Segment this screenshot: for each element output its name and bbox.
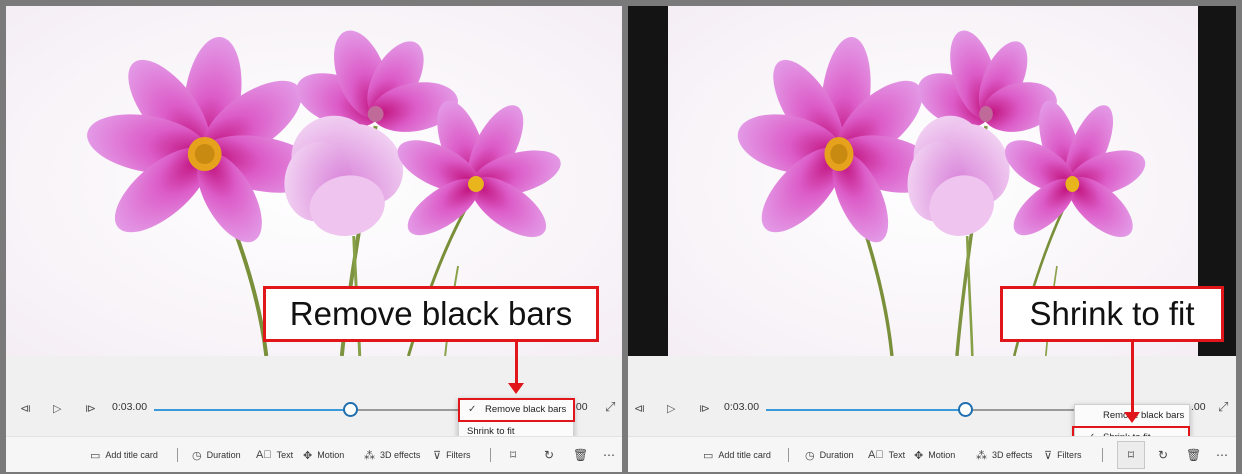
more-icon[interactable]: ⋯ <box>603 437 615 472</box>
3d-effects-button[interactable]: ⁂ 3D effects <box>976 437 1032 472</box>
duration-button[interactable]: ◷ Duration <box>805 437 854 472</box>
add-title-card-button[interactable]: ▭ Add title card <box>703 437 771 472</box>
text-button[interactable]: A⃞ Text <box>868 437 905 472</box>
expand-icon[interactable]: ⤢ <box>1218 399 1228 415</box>
arrow-down-icon <box>1122 342 1142 424</box>
title-card-icon: ▭ <box>90 449 101 462</box>
current-time: 0:03.00 <box>724 401 760 413</box>
edit-toolbar: ▭ Add title card ◷ Duration A⃞ Text ✥ Mo… <box>628 436 1236 472</box>
clock-icon: ◷ <box>192 449 202 462</box>
editor-panel-remove-black-bars: ⧏ ▷ ⧐ 0:03.00 .00 ⤢ ✓ Remove black bars … <box>6 6 622 472</box>
motion-button[interactable]: ✥ Motion <box>914 437 955 472</box>
3d-effects-icon: ⁂ <box>976 449 987 462</box>
text-icon: A⃞ <box>256 449 272 461</box>
3d-effects-label: 3D effects <box>380 450 421 460</box>
filters-button[interactable]: ⊽ Filters <box>1044 437 1082 472</box>
rotate-icon[interactable]: ↻ <box>1158 437 1168 472</box>
trash-icon[interactable]: 🗑 <box>573 437 588 472</box>
text-button[interactable]: A⃞ Text <box>256 437 293 472</box>
filters-icon: ⊽ <box>1044 449 1053 462</box>
callout-label: Shrink to fit <box>1000 286 1224 342</box>
menu-item-label: Remove black bars <box>1103 410 1185 421</box>
divider <box>490 448 491 462</box>
text-label: Text <box>888 450 906 460</box>
next-frame-icon[interactable]: ⧐ <box>85 402 96 415</box>
edit-toolbar: ▭ Add title card ◷ Duration A⃞ Text ✥ Mo… <box>6 436 622 472</box>
trash-icon[interactable]: 🗑 <box>1186 437 1201 472</box>
end-time: .00 <box>573 401 588 413</box>
divider <box>788 448 789 462</box>
crop-icon[interactable]: ⌑ <box>510 437 516 472</box>
arrow-down-icon <box>506 342 526 394</box>
filters-label: Filters <box>446 450 471 460</box>
scrubber-thumb[interactable] <box>343 402 358 417</box>
add-title-card-button[interactable]: ▭ Add title card <box>90 437 158 472</box>
editor-panel-shrink-to-fit: ⧏ ▷ ⧐ 0:03.00 .00 ⤢ Remove black bars ✓ … <box>628 6 1236 472</box>
add-title-card-label: Add title card <box>105 450 158 460</box>
rotate-icon[interactable]: ↻ <box>544 437 554 472</box>
divider <box>177 448 178 462</box>
title-card-icon: ▭ <box>703 449 714 462</box>
duration-label: Duration <box>206 450 241 460</box>
text-icon: A⃞ <box>868 449 884 461</box>
prev-frame-icon[interactable]: ⧏ <box>634 402 645 415</box>
expand-icon[interactable]: ⤢ <box>605 399 615 415</box>
filters-button[interactable]: ⊽ Filters <box>433 437 471 472</box>
divider <box>1102 448 1103 462</box>
duration-button[interactable]: ◷ Duration <box>192 437 241 472</box>
motion-icon: ✥ <box>914 449 924 462</box>
3d-effects-label: 3D effects <box>992 450 1033 460</box>
text-label: Text <box>276 450 294 460</box>
play-icon[interactable]: ▷ <box>667 402 675 415</box>
motion-label: Motion <box>928 450 956 460</box>
progress-fill <box>766 409 966 411</box>
play-icon[interactable]: ▷ <box>53 402 61 415</box>
3d-effects-button[interactable]: ⁂ 3D effects <box>364 437 420 472</box>
motion-icon: ✥ <box>303 449 313 462</box>
clock-icon: ◷ <box>805 449 815 462</box>
scrubber-thumb[interactable] <box>958 402 973 417</box>
add-title-card-label: Add title card <box>718 450 771 460</box>
prev-frame-icon[interactable]: ⧏ <box>20 402 31 415</box>
highlight-box <box>458 398 575 422</box>
end-time: .00 <box>1191 401 1206 413</box>
current-time: 0:03.00 <box>112 401 148 413</box>
left-black-bar <box>628 6 668 356</box>
duration-label: Duration <box>819 450 854 460</box>
callout-label: Remove black bars <box>263 286 599 342</box>
filters-label: Filters <box>1057 450 1082 460</box>
motion-label: Motion <box>317 450 345 460</box>
crop-icon[interactable]: ⌑ <box>1117 441 1145 469</box>
filters-icon: ⊽ <box>433 449 442 462</box>
more-icon[interactable]: ⋯ <box>1216 437 1228 472</box>
next-frame-icon[interactable]: ⧐ <box>699 402 710 415</box>
motion-button[interactable]: ✥ Motion <box>303 437 344 472</box>
progress-fill <box>154 409 350 411</box>
3d-effects-icon: ⁂ <box>364 449 375 462</box>
